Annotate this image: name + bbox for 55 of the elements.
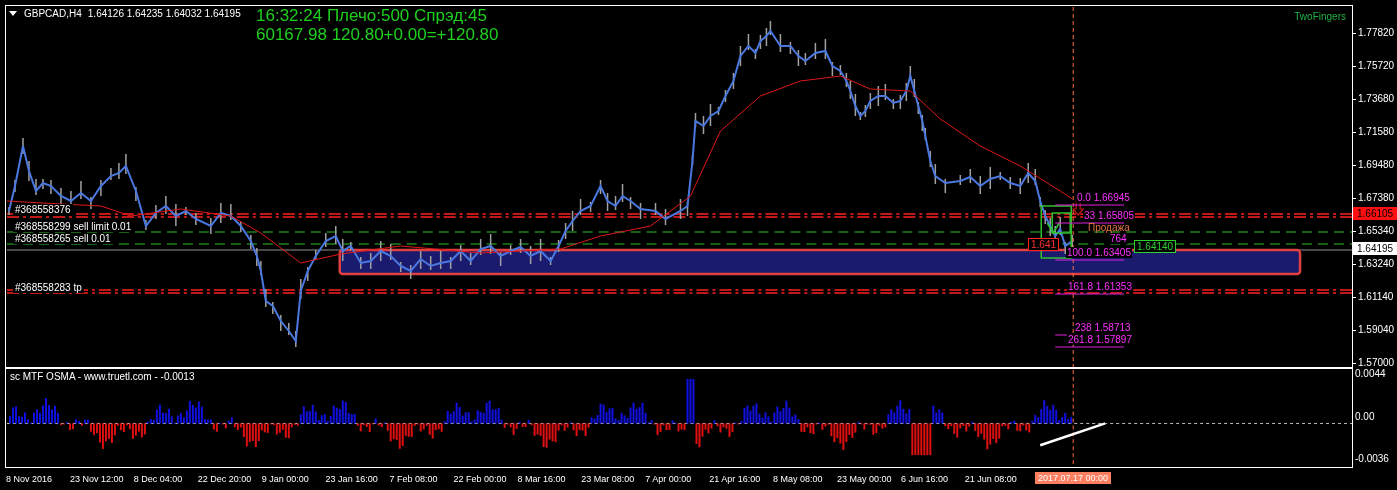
account-info: 16:32:24 Плечо:500 Спрэд:45 [256, 6, 487, 26]
order-label: #368558283 tp [13, 282, 84, 293]
axis-label: 0.0044 [1355, 368, 1387, 379]
axis-label: 21 Jun 08:00 [964, 474, 1017, 484]
axis-label: 22 Feb 00:00 [453, 474, 507, 484]
fib-label: 238 1.58713 [1074, 322, 1132, 333]
axis-label: 22 Dec 20:00 [197, 474, 252, 484]
fib-label: 0.0 1.66945 [1076, 192, 1131, 203]
order-label: #368558376 [13, 204, 73, 215]
axis-label: 1.61140 [1358, 291, 1394, 302]
caret-icon[interactable] [9, 11, 17, 16]
axis-label: 21 Apr 16:00 [709, 474, 761, 484]
order-label: #368558265 sell 0.01 [13, 233, 113, 244]
axis-label: 7 Feb 08:00 [389, 474, 438, 484]
account-info: 60167.98 120.80+0.00=+120.80 [256, 25, 499, 45]
axis-label: 1.63240 [1358, 258, 1395, 269]
quotes-label: 1.64126 1.64235 1.64032 1.64195 [87, 8, 241, 19]
current-price-label: 1.64195 [1353, 242, 1397, 255]
fib-label: 33 1.65805 [1083, 210, 1136, 221]
symbol-label: GBPCAD,H4 [24, 8, 82, 19]
order-label: #368558299 sell limit 0.01 [13, 221, 134, 232]
axis-label: 23 Nov 12:00 [69, 474, 124, 484]
axis-label: 7 Apr 00:00 [645, 474, 692, 484]
axis-label: 1.59040 [1358, 324, 1395, 335]
axis-label: 6 Jun 16:00 [900, 474, 948, 484]
target-price-label: 1.64140 [1134, 240, 1177, 253]
trend-line [1039, 422, 1106, 447]
indicator-label: TwoFingers [1294, 11, 1346, 22]
axis-label: 1.65340 [1358, 225, 1395, 236]
fib-label: 100.0 1.63405 [1066, 247, 1132, 258]
fib-label: 161.8 1.61353 [1067, 281, 1133, 292]
axis-label: 1.69480 [1358, 159, 1395, 170]
fib-label: 764 [1109, 233, 1128, 244]
axis-label: 1.57000 [1358, 357, 1395, 368]
axis-label: 8 May 08:00 [773, 474, 823, 484]
axis-label: 1.67380 [1358, 192, 1395, 203]
order-price-label: 1.66105 [1353, 207, 1397, 220]
cursor-time-label: 2017.07.17 00:00 [1035, 472, 1112, 484]
axis-label: 9 Jan 00:00 [261, 474, 309, 484]
axis-label: 1.75720 [1358, 60, 1395, 71]
signal-label: Продажа [1088, 222, 1130, 233]
entry-price-label: 1.641 [1028, 238, 1060, 251]
axis-label: 23 May 00:00 [837, 474, 892, 484]
axis-label: 8 Nov 2016 [6, 474, 53, 484]
axis-label: 0.00 [1355, 410, 1376, 422]
indicator-title: sc MTF OSMA - www.truetl.com - -0.0013 [10, 371, 195, 382]
axis-label: 1.73680 [1358, 93, 1395, 104]
axis-label: 8 Dec 04:00 [133, 474, 183, 484]
axis-label: -0.0036 [1355, 453, 1390, 464]
axis-label: 1.77820 [1358, 27, 1395, 38]
fib-label: 261.8 1.57897 [1067, 334, 1133, 345]
axis-label: 1.71580 [1358, 126, 1395, 137]
axis-label: 23 Mar 08:00 [581, 474, 635, 484]
axis-label: 8 Mar 16:00 [517, 474, 566, 484]
axis-label: 23 Jan 16:00 [325, 474, 378, 484]
